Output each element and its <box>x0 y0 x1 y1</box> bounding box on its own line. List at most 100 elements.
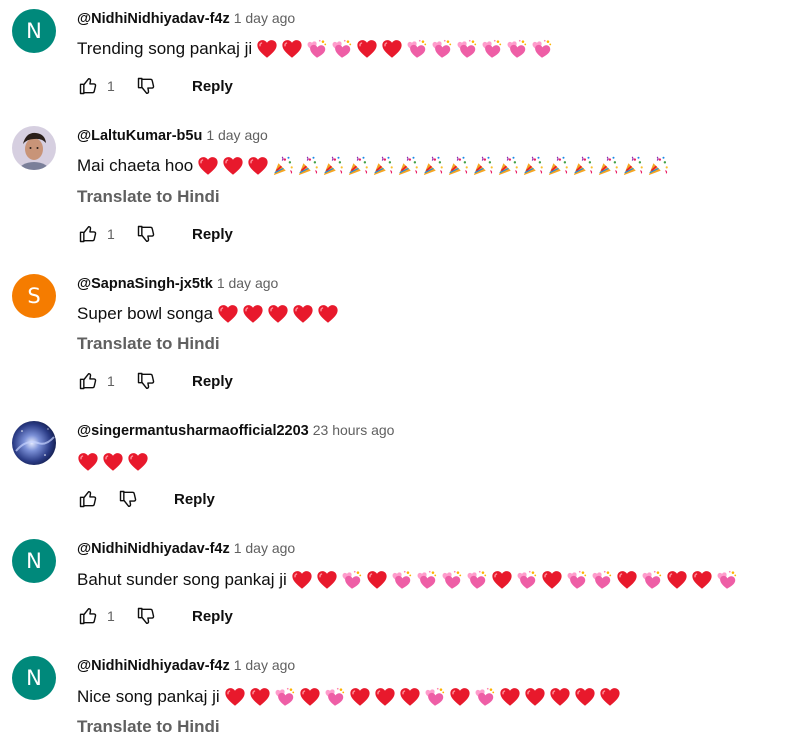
translate-button[interactable]: Translate to Hindi <box>77 187 220 207</box>
avatar[interactable]: S <box>12 274 56 318</box>
comment-text: Trending song pankaj ji <box>77 39 253 58</box>
reply-button[interactable]: Reply <box>192 226 233 243</box>
heart-emoji-icon <box>127 451 149 473</box>
heart-emoji-icon <box>242 303 264 325</box>
like-count: 1 <box>107 608 115 624</box>
heart-emoji-icon <box>299 686 321 708</box>
like-icon[interactable] <box>77 75 99 97</box>
heart-emoji-icon <box>247 155 269 177</box>
like-icon[interactable] <box>77 370 99 392</box>
party-popper-emoji-icon <box>372 155 394 177</box>
comment-time[interactable]: 1 day ago <box>217 275 279 291</box>
dislike-icon[interactable] <box>135 75 157 97</box>
comment-author[interactable]: @SapnaSingh-jx5tk <box>77 276 213 292</box>
heart-emoji-icon <box>317 303 339 325</box>
reply-button[interactable]: Reply <box>192 608 233 625</box>
comment-text: Bahut sunder song pankaj ji <box>77 570 287 589</box>
heart-emoji-icon <box>491 569 513 591</box>
emoji-sequence <box>77 451 152 473</box>
reply-button[interactable]: Reply <box>192 373 233 390</box>
heart-emoji-icon <box>524 686 546 708</box>
sparkling-heart-emoji-icon <box>531 38 553 60</box>
party-popper-emoji-icon <box>422 155 444 177</box>
emoji-sequence <box>256 38 556 60</box>
sparkling-heart-emoji-icon <box>506 38 528 60</box>
emoji-sequence <box>217 303 342 325</box>
party-popper-emoji-icon <box>297 155 319 177</box>
like-icon[interactable] <box>77 605 99 627</box>
like-icon[interactable] <box>77 223 99 245</box>
party-popper-emoji-icon <box>472 155 494 177</box>
reply-button[interactable]: Reply <box>174 491 215 508</box>
sparkling-heart-emoji-icon <box>331 38 353 60</box>
party-popper-emoji-icon <box>647 155 669 177</box>
comment-author[interactable]: @NidhiNidhiyadav-f4z <box>77 541 230 557</box>
heart-emoji-icon <box>356 38 378 60</box>
sparkling-heart-emoji-icon <box>391 569 413 591</box>
comment-time[interactable]: 1 day ago <box>206 127 268 143</box>
avatar-photo <box>12 126 56 170</box>
heart-emoji-icon <box>256 38 278 60</box>
heart-emoji-icon <box>291 569 313 591</box>
avatar-letter: N <box>26 549 42 573</box>
reply-button[interactable]: Reply <box>192 78 233 95</box>
sparkling-heart-emoji-icon <box>441 569 463 591</box>
heart-emoji-icon <box>316 569 338 591</box>
heart-emoji-icon <box>541 569 563 591</box>
heart-emoji-icon <box>197 155 219 177</box>
comment-time[interactable]: 1 day ago <box>234 657 296 673</box>
sparkling-heart-emoji-icon <box>641 569 663 591</box>
sparkling-heart-emoji-icon <box>481 38 503 60</box>
emoji-sequence <box>291 569 741 591</box>
avatar[interactable]: N <box>12 539 56 583</box>
like-count: 1 <box>107 373 115 389</box>
comment-time[interactable]: 23 hours ago <box>313 422 395 438</box>
heart-emoji-icon <box>399 686 421 708</box>
heart-emoji-icon <box>224 686 246 708</box>
party-popper-emoji-icon <box>547 155 569 177</box>
avatar[interactable] <box>12 421 56 465</box>
avatar[interactable]: N <box>12 656 56 700</box>
heart-emoji-icon <box>222 155 244 177</box>
like-count: 1 <box>107 226 115 242</box>
comment-time[interactable]: 1 day ago <box>234 540 296 556</box>
translate-button[interactable]: Translate to Hindi <box>77 717 220 737</box>
like-count: 1 <box>107 78 115 94</box>
avatar[interactable]: N <box>12 9 56 53</box>
comment-author[interactable]: @singermantusharmaofficial2203 <box>77 423 309 439</box>
party-popper-emoji-icon <box>522 155 544 177</box>
heart-emoji-icon <box>77 451 99 473</box>
party-popper-emoji-icon <box>322 155 344 177</box>
sparkling-heart-emoji-icon <box>566 569 588 591</box>
party-popper-emoji-icon <box>497 155 519 177</box>
heart-emoji-icon <box>292 303 314 325</box>
dislike-icon[interactable] <box>135 605 157 627</box>
avatar-photo <box>12 421 56 465</box>
sparkling-heart-emoji-icon <box>424 686 446 708</box>
heart-emoji-icon <box>666 569 688 591</box>
heart-emoji-icon <box>349 686 371 708</box>
sparkling-heart-emoji-icon <box>456 38 478 60</box>
party-popper-emoji-icon <box>347 155 369 177</box>
heart-emoji-icon <box>217 303 239 325</box>
comment-author[interactable]: @LaltuKumar-b5u <box>77 128 202 144</box>
sparkling-heart-emoji-icon <box>591 569 613 591</box>
party-popper-emoji-icon <box>397 155 419 177</box>
heart-emoji-icon <box>374 686 396 708</box>
dislike-icon[interactable] <box>117 488 139 510</box>
comment-author[interactable]: @NidhiNidhiyadav-f4z <box>77 11 230 27</box>
sparkling-heart-emoji-icon <box>406 38 428 60</box>
translate-button[interactable]: Translate to Hindi <box>77 334 220 354</box>
avatar[interactable] <box>12 126 56 170</box>
heart-emoji-icon <box>549 686 571 708</box>
avatar-letter: N <box>26 19 42 43</box>
sparkling-heart-emoji-icon <box>466 569 488 591</box>
dislike-icon[interactable] <box>135 223 157 245</box>
comment-author[interactable]: @NidhiNidhiyadav-f4z <box>77 658 230 674</box>
comment-text: Nice song pankaj ji <box>77 687 220 706</box>
comment-time[interactable]: 1 day ago <box>234 10 296 26</box>
dislike-icon[interactable] <box>135 370 157 392</box>
sparkling-heart-emoji-icon <box>324 686 346 708</box>
heart-emoji-icon <box>616 569 638 591</box>
like-icon[interactable] <box>77 488 99 510</box>
